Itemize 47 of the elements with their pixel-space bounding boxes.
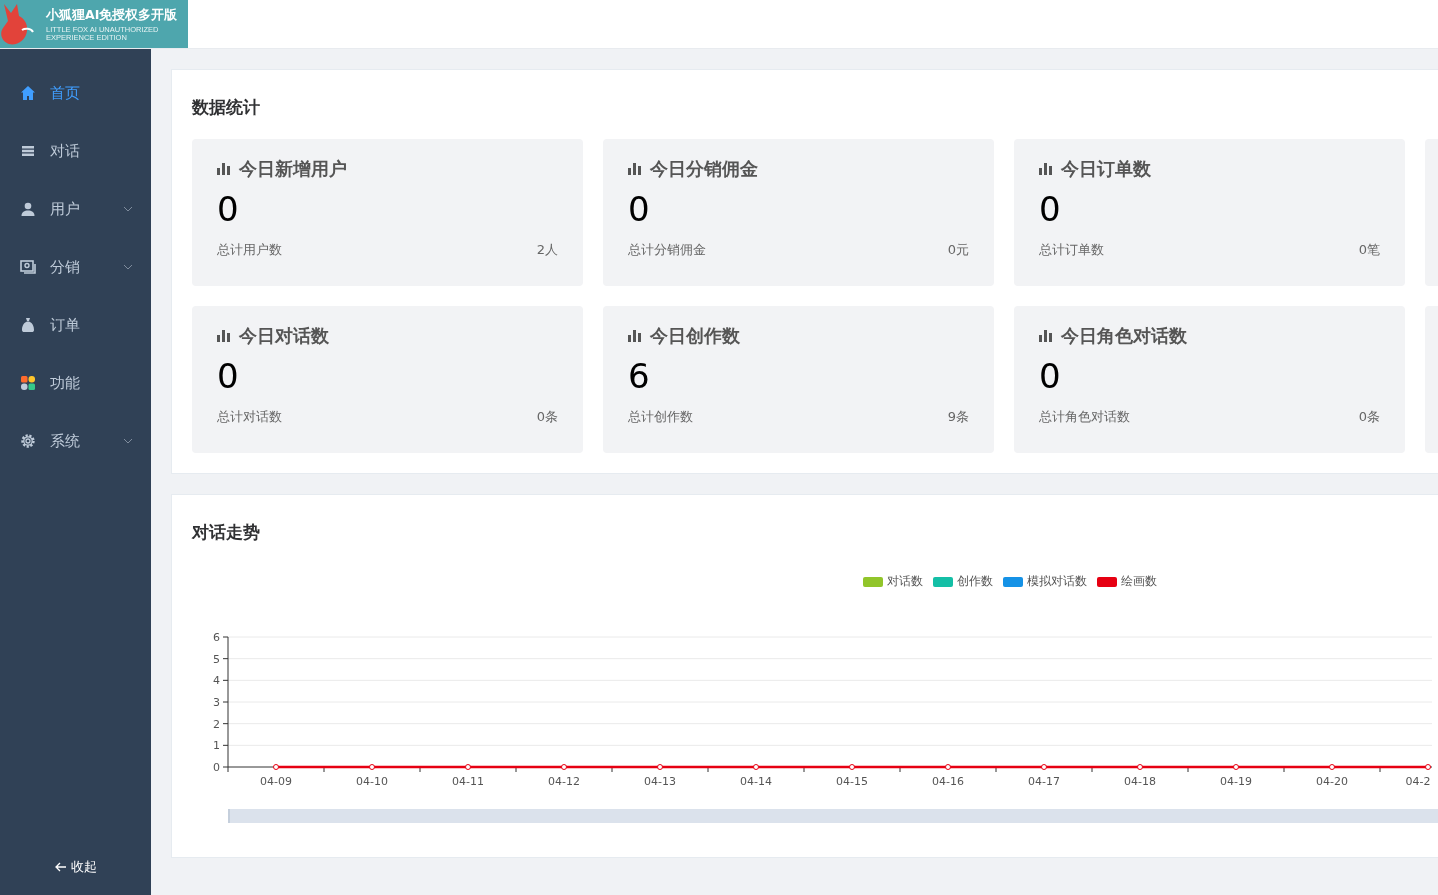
total-label: 总计创作数 [628,408,693,426]
total-value: 0笔 [1358,241,1380,259]
card-title: 今日对话数 [239,324,329,348]
axis-label: 04-11 [452,775,484,788]
total-label: 总计分销佣金 [628,241,706,259]
axis-label: 04-12 [548,775,580,788]
axis-label: 04-14 [740,775,772,788]
total-value: 2人 [536,241,558,259]
panel-title: 数据统计 [192,96,261,119]
axis-label: 04-13 [644,775,676,788]
card-title: 今日分销佣金 [650,157,758,181]
stat-value: 0 [217,356,240,396]
axis-label: 4 [213,674,220,688]
card-title: 今日创作数 [650,324,740,348]
panel-title: 对话走势 [192,521,261,544]
axis-label: 0 [213,761,220,774]
total-label: 总计订单数 [1039,241,1104,259]
total-label: 总计对话数 [217,408,282,426]
total-value: 0条 [1358,408,1380,426]
axis-label: 04-10 [356,775,388,788]
card-title: 今日订单数 [1061,157,1151,181]
total-value: 9条 [947,408,969,426]
axis-label: 04-19 [1220,775,1252,788]
axis-label: 2 [213,717,220,731]
axis-label: 04-2 [1405,775,1431,788]
axis-label: 04-17 [1028,775,1060,788]
stat-value: 0 [217,189,240,229]
stat-value: 0 [628,189,651,229]
stat-value: 0 [1039,356,1062,396]
axis-label: 04-18 [1124,775,1156,788]
axis-label: 1 [213,739,220,753]
stat-value: 0 [1039,189,1062,229]
axis-label: 04-09 [260,775,292,788]
total-value: 0条 [536,408,558,426]
axis-label: 5 [213,652,220,666]
card-title: 今日新增用户 [239,157,347,181]
axis-label: 04-20 [1316,775,1348,788]
total-value: 0元 [947,241,969,259]
total-label: 总计角色对话数 [1039,408,1130,426]
logo-title: 小狐狸AI免授权多开版 [46,6,179,24]
stat-value: 6 [628,356,651,396]
axis-label: 3 [213,696,220,709]
total-label: 总计用户数 [217,241,282,259]
card-title: 今日角色对话数 [1061,324,1187,348]
axis-label: 04-15 [836,775,868,788]
axis-label: 04-16 [932,775,964,788]
axis-label: 6 [213,631,220,644]
